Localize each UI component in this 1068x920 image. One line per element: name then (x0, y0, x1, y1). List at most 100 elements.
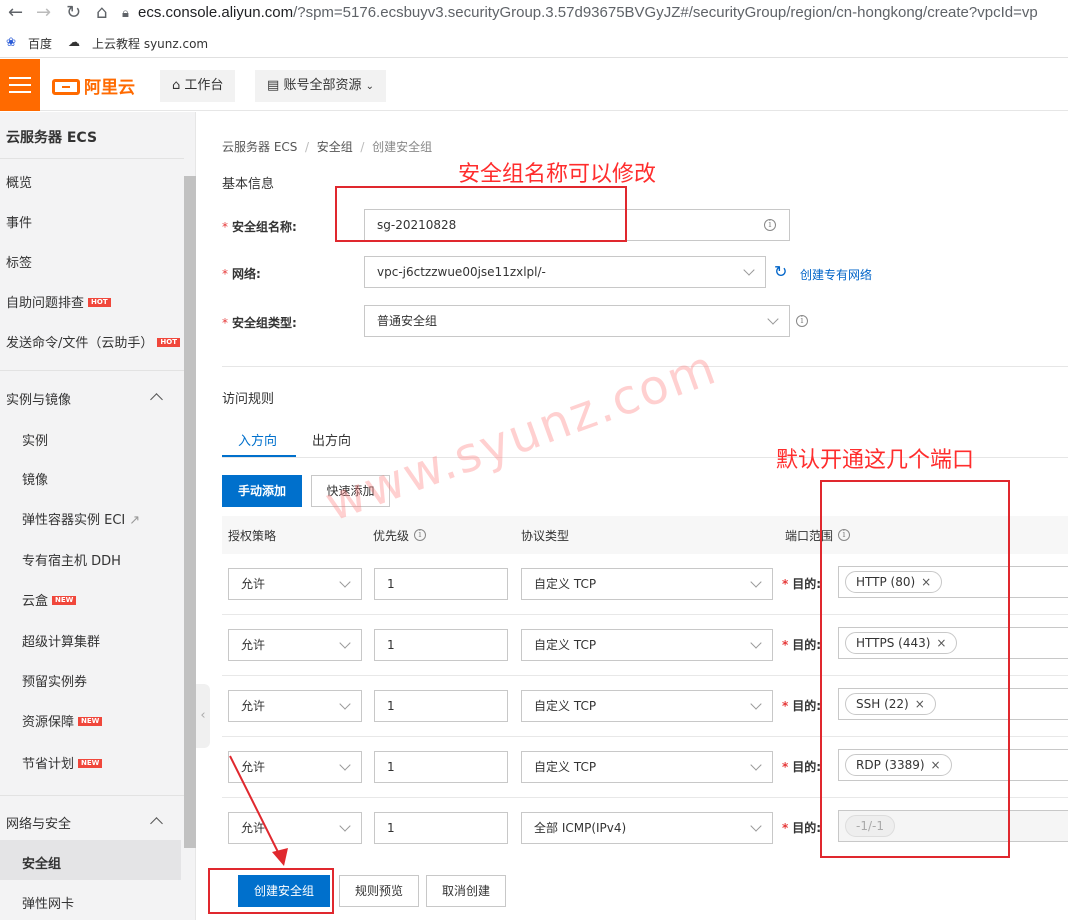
account-resources-label: 账号全部资源 (283, 78, 362, 93)
sidebar-item-cloud-assistant[interactable]: 发送命令/文件（云助手） HOT (6, 332, 180, 351)
url-path: /?spm=5176.ecsbuyv3.securityGroup.3.57d9… (293, 4, 1038, 21)
sidebar-item-supercomputing[interactable]: 超级计算集群 (22, 631, 100, 650)
cloud-icon: ☁ (68, 35, 80, 49)
sidebar-item-label: 事件 (6, 216, 33, 231)
sidebar-title: 云服务器 ECS (6, 130, 98, 146)
network-label: * 网络: (222, 265, 261, 282)
protocol-select[interactable]: 自定义 TCP (521, 690, 773, 722)
security-group-type-select[interactable]: 普通安全组 (364, 305, 790, 337)
lock-icon: 🔒︎ (122, 6, 129, 21)
chevron-down-icon (750, 637, 762, 649)
breadcrumb-ecs[interactable]: 云服务器 ECS (222, 140, 297, 154)
sidebar-group-instances[interactable]: 实例与镜像 (6, 389, 71, 408)
type-label: * 安全组类型: (222, 314, 297, 331)
network-label-text: 网络: (232, 267, 261, 281)
sidebar-item-troubleshoot[interactable]: 自助问题排查 HOT (6, 292, 111, 311)
breadcrumb-security-group[interactable]: 安全组 (317, 140, 353, 154)
required-mark: * (222, 267, 228, 281)
destination-label-text: 目的: (792, 760, 822, 774)
chevron-down-icon (767, 313, 779, 325)
external-link-icon: ↗ (129, 513, 141, 528)
forward-icon[interactable]: → (36, 2, 51, 23)
protocol-value: 自定义 TCP (534, 760, 597, 774)
sidebar-item-images[interactable]: 镜像 (22, 469, 48, 488)
destination-label-text: 目的: (792, 577, 822, 591)
destination-label-text: 目的: (792, 699, 822, 713)
create-vpc-link[interactable]: 创建专有网络 (800, 266, 872, 283)
protocol-select[interactable]: 自定义 TCP (521, 751, 773, 783)
required-mark: * (782, 638, 789, 652)
rule-preview-button[interactable]: 规则预览 (339, 875, 419, 907)
chevron-up-icon[interactable] (150, 817, 163, 830)
bookmark-baidu[interactable]: 百度 (28, 35, 52, 52)
watermark: www.syunz.com (318, 339, 725, 533)
policy-select[interactable]: 允许 (228, 568, 362, 600)
sidebar-item-eci[interactable]: 弹性容器实例 ECI ↗ (22, 509, 140, 528)
protocol-select[interactable]: 自定义 TCP (521, 629, 773, 661)
cancel-create-button[interactable]: 取消创建 (426, 875, 506, 907)
annotation-ports-note: 默认开通这几个端口 (776, 448, 975, 473)
back-icon[interactable]: ← (8, 2, 23, 23)
sidebar-item-label: 发送命令/文件（云助手） (6, 336, 154, 351)
sidebar-item-instances[interactable]: 实例 (22, 430, 48, 449)
sidebar-scrollbar[interactable] (184, 176, 196, 848)
chevron-down-icon (339, 759, 351, 771)
protocol-select[interactable]: 自定义 TCP (521, 568, 773, 600)
tab-outbound[interactable]: 出方向 (312, 430, 351, 449)
priority-input[interactable]: 1 (374, 690, 508, 722)
info-icon[interactable]: i (764, 219, 776, 231)
sidebar-item-ddh[interactable]: 专有宿主机 DDH (22, 550, 121, 569)
required-mark: * (782, 760, 789, 774)
sidebar-divider (0, 158, 184, 159)
workbench-button[interactable]: ⌂ 工作台 (160, 70, 236, 102)
policy-select[interactable]: 允许 (228, 690, 362, 722)
account-resources-dropdown[interactable]: ▤ 账号全部资源 ⌄ (255, 70, 386, 102)
access-rules-title: 访问规则 (222, 392, 275, 407)
name-label-text: 安全组名称: (232, 220, 297, 234)
sidebar-item-label: 概览 (6, 176, 33, 191)
info-icon[interactable]: i (414, 529, 426, 541)
aliyun-logo[interactable]: 阿里云 (52, 73, 135, 98)
policy-select[interactable]: 允许 (228, 629, 362, 661)
network-select[interactable]: vpc-j6ctzzwue00jse11zxlpl/- (364, 256, 766, 288)
workbench-label: 工作台 (184, 78, 224, 93)
sidebar-item-label: 云盒 (22, 594, 49, 609)
sidebar-item-tags[interactable]: 标签 (6, 252, 32, 271)
sidebar-item-savings-plan[interactable]: 节省计划 NEW (22, 753, 103, 772)
sidebar-group-network[interactable]: 网络与安全 (6, 813, 71, 832)
bookmark-syunz[interactable]: 上云教程 syunz.com (92, 35, 208, 52)
sidebar-item-security-group[interactable]: 安全组 (22, 853, 61, 872)
url-bar[interactable]: ecs.console.aliyun.com/?spm=5176.ecsbuyv… (138, 4, 1038, 21)
priority-input[interactable]: 1 (374, 751, 508, 783)
type-label-text: 安全组类型: (232, 316, 297, 330)
required-mark: * (782, 577, 789, 591)
sidebar-item-overview[interactable]: 概览 (6, 172, 32, 191)
annotation-box-create (208, 868, 334, 914)
priority-input[interactable]: 1 (374, 629, 508, 661)
sidebar-item-eni[interactable]: 弹性网卡 (22, 893, 74, 912)
priority-input[interactable]: 1 (374, 812, 508, 844)
sidebar-item-events[interactable]: 事件 (6, 212, 32, 231)
info-icon[interactable]: i (796, 315, 808, 327)
protocol-select[interactable]: 全部 ICMP(IPv4) (521, 812, 773, 844)
network-select-value: vpc-j6ctzzwue00jse11zxlpl/- (377, 265, 546, 279)
bookmarks-bar: ❀ 百度 ☁ 上云教程 syunz.com (0, 28, 1068, 58)
sidebar-item-cloudbox[interactable]: 云盒 NEW (22, 590, 77, 609)
collapse-sidebar-button[interactable]: ‹ (196, 684, 210, 748)
refresh-icon[interactable]: ↻ (774, 262, 787, 281)
sidebar-item-reserved[interactable]: 预留实例券 (22, 671, 87, 690)
annotation-arrow-icon (229, 755, 288, 866)
tab-inbound[interactable]: 入方向 (238, 430, 277, 449)
sidebar-item-label: 标签 (6, 256, 33, 271)
sidebar-item-resource-guarantee[interactable]: 资源保障 NEW (22, 711, 103, 730)
chevron-up-icon[interactable] (150, 393, 163, 406)
menu-button[interactable] (0, 59, 40, 111)
reload-icon[interactable]: ↻ (66, 2, 81, 23)
home-icon[interactable]: ⌂ (96, 2, 107, 23)
sidebar-item-label: 资源保障 (22, 715, 75, 730)
chevron-down-icon (339, 576, 351, 588)
chevron-down-icon (743, 264, 755, 276)
sidebar-divider (0, 370, 184, 371)
priority-input[interactable]: 1 (374, 568, 508, 600)
manual-add-button[interactable]: 手动添加 (222, 475, 302, 507)
